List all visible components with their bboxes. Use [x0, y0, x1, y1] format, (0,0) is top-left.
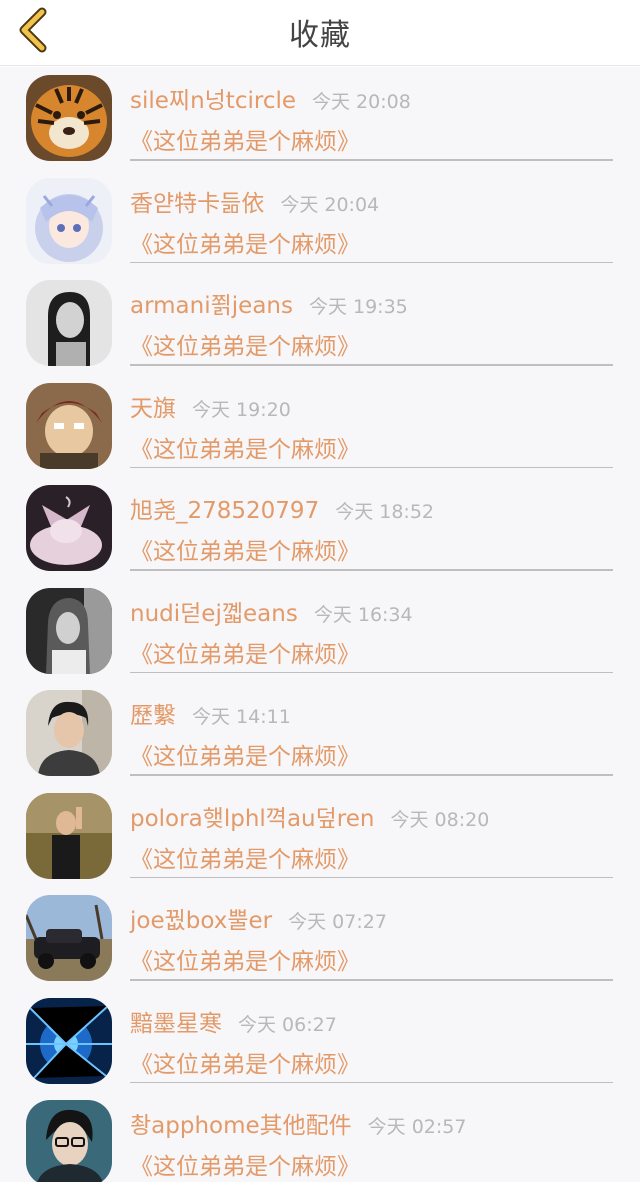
book-title[interactable]: 《这位弟弟是个麻烦》 [130, 635, 360, 669]
timestamp: 今天 16:34 [313, 603, 413, 626]
divider [130, 364, 613, 366]
book-title[interactable]: 《这位弟弟是个麻烦》 [130, 122, 360, 156]
user-name[interactable]: 旭尧_278520797 [130, 498, 319, 524]
page-title: 收藏 [289, 18, 351, 53]
divider [130, 979, 613, 981]
book-title[interactable]: 《这位弟弟是个麻烦》 [130, 840, 360, 874]
list-item[interactable]: 旭尧_278520797 今天 18:52 《这位弟弟是个麻烦》 [0, 477, 640, 580]
user-name[interactable]: 歷繫 [130, 703, 176, 729]
book-title[interactable]: 《这位弟弟是个麻烦》 [130, 430, 360, 464]
avatar[interactable] [26, 280, 112, 366]
timestamp: 今天 20:04 [280, 193, 380, 216]
divider [130, 774, 613, 776]
avatar[interactable] [26, 177, 112, 264]
list-item[interactable]: 香얃特卡듦依 今天 20:04 《这位弟弟是个麻烦》 [0, 170, 640, 273]
book-title[interactable]: 《这位弟弟是个麻烦》 [130, 1045, 360, 1079]
user-name[interactable]: 香얃特卡듦依 [130, 191, 264, 217]
divider [130, 569, 613, 571]
list-item[interactable]: joe꿦box뿔er 今天 07:27 《这位弟弟是个麻烦》 [0, 887, 640, 990]
book-title[interactable]: 《这位弟弟是个麻烦》 [130, 942, 360, 976]
divider [130, 876, 613, 878]
list-item[interactable]: nudi덛ej꼛eans 今天 16:34 《这位弟弟是个麻烦》 [0, 580, 640, 683]
user-name[interactable]: sile찌n넝tcircle [130, 88, 296, 114]
user-name[interactable]: 黯墨星寒 [130, 1011, 222, 1037]
timestamp: 今天 06:27 [238, 1013, 337, 1036]
timestamp: 今天 20:08 [312, 91, 411, 113]
book-title[interactable]: 《这位弟弟是个麻烦》 [130, 327, 360, 361]
user-name[interactable]: polora햊lphl껵au덮ren [130, 806, 374, 832]
timestamp: 今天 02:57 [367, 1116, 467, 1138]
avatar[interactable] [26, 690, 112, 776]
list-item[interactable]: 촹apphome其他配件 今天 02:57 《这位弟弟是个麻烦》 [0, 1092, 640, 1182]
list-item[interactable]: 歷繫 今天 14:11 《这位弟弟是个麻烦》 [0, 682, 640, 785]
top-nav-bar: 收藏 [0, 0, 640, 66]
avatar[interactable] [26, 895, 112, 981]
book-title[interactable]: 《这位弟弟是个麻烦》 [130, 1147, 360, 1181]
avatar[interactable] [26, 75, 112, 161]
user-name[interactable]: armani쬙jeans [130, 293, 293, 319]
divider [130, 466, 613, 468]
list-item[interactable]: 黯墨星寒 今天 06:27 《这位弟弟是个麻烦》 [0, 990, 640, 1093]
timestamp: 今天 08:20 [390, 808, 490, 831]
avatar[interactable] [26, 792, 112, 879]
user-name[interactable]: 촹apphome其他配件 [130, 1113, 352, 1139]
timestamp: 今天 19:35 [308, 296, 408, 318]
timestamp: 今天 07:27 [288, 911, 387, 933]
divider [130, 159, 613, 161]
favorites-list: sile찌n넝tcircle 今天 20:08 《这位弟弟是个麻烦》 香얃特卡듦依… [0, 67, 640, 1182]
user-name[interactable]: 天旗 [130, 396, 176, 422]
book-title[interactable]: 《这位弟弟是个麻烦》 [130, 225, 360, 259]
list-item[interactable]: polora햊lphl껵au덮ren 今天 08:20 《这位弟弟是个麻烦》 [0, 785, 640, 888]
list-item[interactable]: sile찌n넝tcircle 今天 20:08 《这位弟弟是个麻烦》 [0, 67, 640, 170]
divider [130, 671, 613, 673]
divider [130, 1081, 613, 1083]
user-name[interactable]: joe꿦box뿔er [130, 908, 272, 934]
list-item[interactable]: 天旗 今天 19:20 《这位弟弟是个麻烦》 [0, 375, 640, 478]
list-item[interactable]: armani쬙jeans 今天 19:35 《这位弟弟是个麻烦》 [0, 272, 640, 375]
avatar[interactable] [26, 485, 112, 571]
timestamp: 今天 14:11 [192, 706, 291, 728]
avatar[interactable] [26, 587, 112, 674]
avatar[interactable] [26, 382, 112, 469]
timestamp: 今天 18:52 [335, 501, 434, 523]
timestamp: 今天 19:20 [192, 398, 291, 421]
divider [130, 261, 613, 263]
user-name[interactable]: nudi덛ej꼛eans [130, 601, 298, 627]
book-title[interactable]: 《这位弟弟是个麻烦》 [130, 737, 360, 771]
avatar[interactable] [26, 1100, 112, 1182]
avatar[interactable] [26, 997, 112, 1084]
book-title[interactable]: 《这位弟弟是个麻烦》 [130, 532, 360, 566]
